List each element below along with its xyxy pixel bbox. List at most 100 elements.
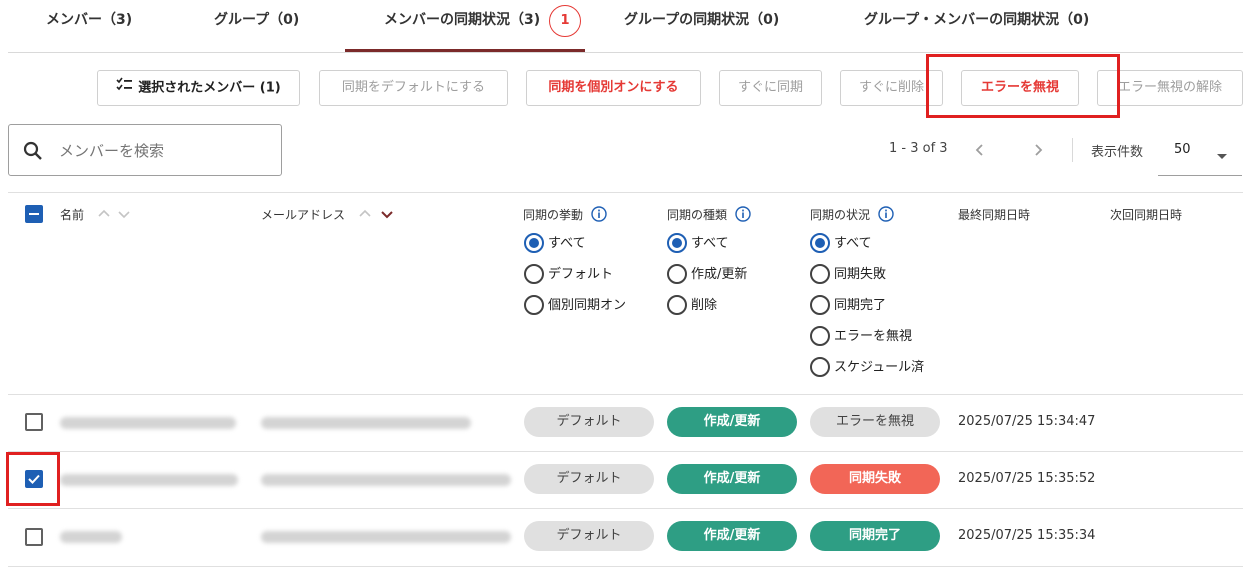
filter-behavior-default[interactable]: デフォルト <box>524 263 614 286</box>
info-icon[interactable] <box>735 206 751 225</box>
filter-type-create-update[interactable]: 作成/更新 <box>667 263 748 286</box>
sort-email-icon[interactable] <box>357 206 399 225</box>
radio-label: 同期完了 <box>834 298 887 313</box>
tab-count-badge: 1 <box>549 5 581 37</box>
column-header-sync-status: 同期の状況 <box>810 206 894 225</box>
row-checkbox[interactable] <box>25 528 43 546</box>
per-page-label: 表示件数 <box>1091 145 1144 160</box>
radio-selected-icon <box>810 232 830 253</box>
tab-group-sync-status[interactable]: グループの同期状況（0) <box>624 0 779 40</box>
member-search-box[interactable] <box>8 124 282 176</box>
column-header-next-sync: 次回同期日時 <box>1110 208 1183 222</box>
row-divider <box>8 508 1243 509</box>
tab-member-sync-status[interactable]: メンバーの同期状況（3) <box>384 0 540 40</box>
radio-icon <box>810 294 830 315</box>
info-icon[interactable] <box>878 206 894 225</box>
pagination-divider <box>1072 138 1073 162</box>
radio-label: すべて <box>691 236 729 251</box>
prev-page-icon[interactable] <box>968 138 992 162</box>
selected-members-label: 選択されたメンバー (1) <box>138 80 281 96</box>
type-chip: 作成/更新 <box>667 521 797 551</box>
last-sync-date: 2025/07/25 15:34:47 <box>958 414 1096 429</box>
ignore-error-button[interactable]: エラーを無視 <box>961 70 1079 106</box>
member-name-redacted <box>60 417 236 429</box>
set-individual-sync-button[interactable]: 同期を個別オンにする <box>526 70 701 106</box>
member-email-redacted <box>261 531 511 543</box>
radio-icon <box>810 356 830 377</box>
radio-icon <box>667 263 687 284</box>
member-name-redacted <box>60 474 238 486</box>
filter-type-delete[interactable]: 削除 <box>667 294 718 317</box>
sync-behavior-label: 同期の挙動 <box>523 208 584 222</box>
radio-selected-icon <box>667 232 687 253</box>
member-email-redacted <box>261 417 471 429</box>
table-top-border <box>8 192 1243 193</box>
per-page-select[interactable]: 50 <box>1158 130 1242 176</box>
filter-behavior-individual[interactable]: 個別同期オン <box>524 294 627 317</box>
sync-status-label: 同期の状況 <box>810 208 871 222</box>
set-default-sync-button[interactable]: 同期をデフォルトにする <box>319 70 508 106</box>
pagination-range: 1 - 3 of 3 <box>889 141 948 156</box>
tab-groups[interactable]: グループ（0) <box>214 0 299 40</box>
column-header-last-sync: 最終同期日時 <box>958 208 1031 222</box>
info-icon[interactable] <box>591 206 607 225</box>
radio-icon <box>524 294 544 315</box>
row-checkbox[interactable] <box>25 413 43 431</box>
radio-icon <box>810 325 830 346</box>
column-header-sync-behavior: 同期の挙動 <box>523 206 607 225</box>
search-icon <box>23 141 43 165</box>
radio-icon <box>524 263 544 284</box>
radio-label: 作成/更新 <box>691 267 748 282</box>
radio-selected-icon <box>524 232 544 253</box>
sync-now-button[interactable]: すぐに同期 <box>719 70 822 106</box>
column-header-email[interactable]: メールアドレス <box>261 206 345 223</box>
behavior-chip: デフォルト <box>524 407 654 437</box>
radio-label: 削除 <box>691 298 718 313</box>
filter-status-ignored[interactable]: エラーを無視 <box>810 325 913 348</box>
radio-label: 個別同期オン <box>548 298 627 313</box>
row-divider <box>8 566 1243 567</box>
status-chip: エラーを無視 <box>810 407 940 437</box>
tab-group-member-sync-status[interactable]: グループ・メンバーの同期状況（0) <box>864 0 1089 40</box>
behavior-chip: デフォルト <box>524 521 654 551</box>
tabs-divider <box>8 52 1243 53</box>
column-header-name[interactable]: 名前 <box>60 206 84 223</box>
select-all-checkbox[interactable] <box>25 205 43 223</box>
search-input[interactable] <box>59 137 269 165</box>
filter-status-failed[interactable]: 同期失敗 <box>810 263 886 286</box>
filter-behavior-all[interactable]: すべて <box>524 232 586 255</box>
selected-members-button[interactable]: 選択されたメンバー (1) <box>97 70 300 106</box>
behavior-chip: デフォルト <box>524 464 654 494</box>
member-email-redacted <box>261 474 511 486</box>
sync-type-label: 同期の種類 <box>667 208 728 222</box>
sort-name-icon[interactable] <box>96 206 136 225</box>
row-checkbox[interactable] <box>25 470 43 488</box>
tab-bar: メンバー（3) グループ（0) メンバーの同期状況（3) 1 グループの同期状況… <box>0 0 1258 56</box>
header-bottom-border <box>8 394 1243 395</box>
unignore-error-button[interactable]: エラー無視の解除 <box>1097 70 1243 106</box>
filter-status-scheduled[interactable]: スケジュール済 <box>810 356 924 379</box>
radio-icon <box>667 294 687 315</box>
tab-members[interactable]: メンバー（3) <box>46 0 132 40</box>
radio-label: すべて <box>834 236 872 251</box>
dropdown-arrow-icon <box>1216 146 1228 165</box>
filter-type-all[interactable]: すべて <box>667 232 729 255</box>
radio-label: デフォルト <box>548 267 614 282</box>
type-chip: 作成/更新 <box>667 407 797 437</box>
filter-status-completed[interactable]: 同期完了 <box>810 294 887 317</box>
status-chip: 同期完了 <box>810 521 940 551</box>
filter-status-all[interactable]: すべて <box>810 232 872 255</box>
member-name-redacted <box>60 531 122 543</box>
checklist-icon <box>116 71 133 105</box>
delete-now-button[interactable]: すぐに削除 <box>840 70 943 106</box>
type-chip: 作成/更新 <box>667 464 797 494</box>
status-chip: 同期失敗 <box>810 464 940 494</box>
next-page-icon[interactable] <box>1026 138 1050 162</box>
last-sync-date: 2025/07/25 15:35:34 <box>958 528 1096 543</box>
column-header-sync-type: 同期の種類 <box>667 206 751 225</box>
row-divider <box>8 451 1243 452</box>
last-sync-date: 2025/07/25 15:35:52 <box>958 471 1096 486</box>
radio-label: すべて <box>548 236 586 251</box>
per-page-value: 50 <box>1174 142 1191 157</box>
radio-label: エラーを無視 <box>834 329 913 344</box>
